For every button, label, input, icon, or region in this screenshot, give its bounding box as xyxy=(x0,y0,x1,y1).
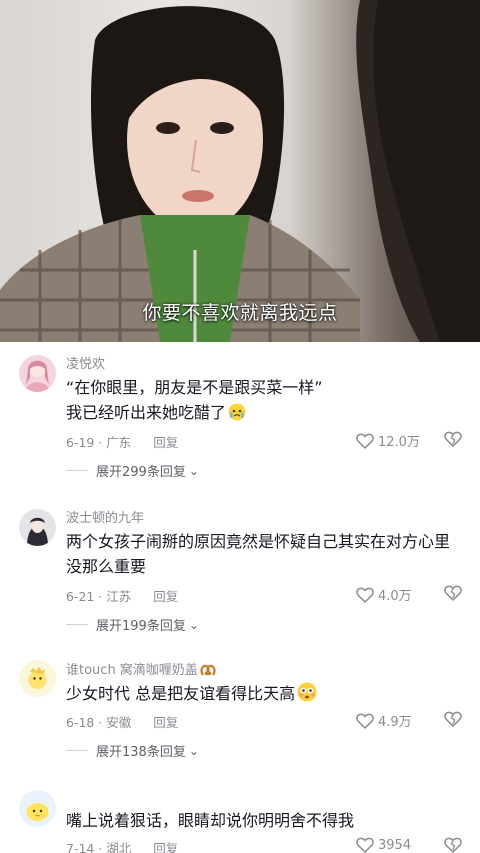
comment-date-location: 6-19 · 广东 xyxy=(66,435,132,450)
expand-replies-label: 展开299条回复 xyxy=(96,465,186,480)
comment-meta: 6-21 · 江苏 回复 xyxy=(66,586,178,605)
chevron-down-icon: ⌄ xyxy=(188,463,199,478)
comment-meta: 6-19 · 广东 回复 xyxy=(66,432,178,451)
comment-date-location: 6-21 · 江苏 xyxy=(66,589,132,604)
comment-text-line: 两个女孩子闹掰的原因竟然是怀疑自己其实在对方心里 xyxy=(66,532,451,551)
video-subtitle: 你要不喜欢就离我远点 xyxy=(142,302,338,324)
divider-line xyxy=(66,470,88,471)
avatar-image xyxy=(25,360,50,392)
broken-heart-icon xyxy=(444,837,462,853)
reply-button[interactable]: 回复 xyxy=(153,841,178,853)
comment-author-name: 谁touch 窝滴咖喱奶盖 xyxy=(66,663,198,678)
comment-meta: 6-18 · 安徽 回复 xyxy=(66,712,178,731)
video-still-image xyxy=(0,0,480,342)
broken-heart-icon xyxy=(444,431,462,448)
comment-text-line: 没那么重要 xyxy=(66,557,147,576)
comment-author[interactable]: 凌悦欢 xyxy=(66,353,105,372)
user-avatar[interactable] xyxy=(19,509,56,546)
broken-heart-icon xyxy=(444,711,462,728)
like-button[interactable]: 12.0万 xyxy=(356,431,420,450)
comment-text-line-with-emoji: 少女时代 总是把友谊看得比天高 xyxy=(66,681,466,709)
user-avatar[interactable] xyxy=(19,790,56,827)
heart-icon xyxy=(356,837,374,853)
avatar-image xyxy=(28,667,47,689)
expand-replies-label: 展开138条回复 xyxy=(96,745,186,760)
divider-line xyxy=(66,624,88,625)
like-count: 3954 xyxy=(378,837,412,853)
comment-text-line-with-emoji: 我已经听出来她吃醋了 xyxy=(66,400,466,428)
comment-author[interactable]: 波士顿的九年 xyxy=(66,507,144,526)
flushed-face-emoji xyxy=(297,682,317,709)
comment-text: 嘴上说着狠话，眼睛却说你明明舍不得我 xyxy=(66,808,466,833)
comment-text: “在你眼里，朋友是不是跟买菜一样” 我已经听出来她吃醋了 xyxy=(66,375,466,428)
pretzel-emoji xyxy=(200,663,216,681)
chevron-down-icon: ⌄ xyxy=(188,617,199,632)
expand-replies-button[interactable]: 展开138条回复 ⌄ xyxy=(66,741,199,760)
video-frame[interactable]: 你要不喜欢就离我远点 xyxy=(0,0,480,342)
chevron-down-icon: ⌄ xyxy=(188,743,199,758)
user-avatar[interactable] xyxy=(19,355,56,392)
reply-button[interactable]: 回复 xyxy=(153,589,178,604)
comment-text-line: “在你眼里，朋友是不是跟买菜一样” xyxy=(66,378,323,397)
comment-text-line: 我已经听出来她吃醋了 xyxy=(66,403,227,422)
heart-icon xyxy=(356,587,374,603)
dislike-button[interactable] xyxy=(444,431,462,451)
comment-text: 少女时代 总是把友谊看得比天高 xyxy=(66,681,466,709)
like-button[interactable]: 4.9万 xyxy=(356,711,412,730)
reply-button[interactable]: 回复 xyxy=(153,715,178,730)
avatar-image xyxy=(27,517,48,546)
dislike-button[interactable] xyxy=(444,585,462,605)
reply-button[interactable]: 回复 xyxy=(153,435,178,450)
like-button[interactable]: 4.0万 xyxy=(356,585,412,604)
like-count: 12.0万 xyxy=(378,435,420,450)
dislike-button[interactable] xyxy=(444,711,462,731)
dislike-button[interactable] xyxy=(444,837,462,853)
like-count: 4.9万 xyxy=(378,715,412,730)
comment-date-location: 6-18 · 安徽 xyxy=(66,715,132,730)
heart-icon xyxy=(356,713,374,729)
comment-text: 两个女孩子闹掰的原因竟然是怀疑自己其实在对方心里 没那么重要 xyxy=(66,529,466,579)
expand-replies-button[interactable]: 展开199条回复 ⌄ xyxy=(66,615,199,634)
crying-face-emoji xyxy=(228,403,246,428)
like-button[interactable]: 3954 xyxy=(356,837,411,853)
broken-heart-icon xyxy=(444,585,462,602)
user-avatar[interactable] xyxy=(19,660,56,697)
comment-author[interactable]: 谁touch 窝滴咖喱奶盖 xyxy=(66,659,216,681)
comment-list[interactable]: 凌悦欢 “在你眼里，朋友是不是跟买菜一样” 我已经听出来她吃醋了 6-19 · … xyxy=(0,342,480,853)
comment-meta: 7-14 · 湖北 回复 xyxy=(66,838,178,853)
heart-icon xyxy=(356,433,374,449)
divider-line xyxy=(66,750,88,751)
comment-date-location: 7-14 · 湖北 xyxy=(66,841,132,853)
expand-replies-label: 展开199条回复 xyxy=(96,619,186,634)
comment-text-line: 嘴上说着狠话，眼睛却说你明明舍不得我 xyxy=(66,811,355,830)
avatar-image xyxy=(26,803,49,821)
like-count: 4.0万 xyxy=(378,589,412,604)
expand-replies-button[interactable]: 展开299条回复 ⌄ xyxy=(66,461,199,480)
comment-text-line: 少女时代 总是把友谊看得比天高 xyxy=(66,684,296,703)
